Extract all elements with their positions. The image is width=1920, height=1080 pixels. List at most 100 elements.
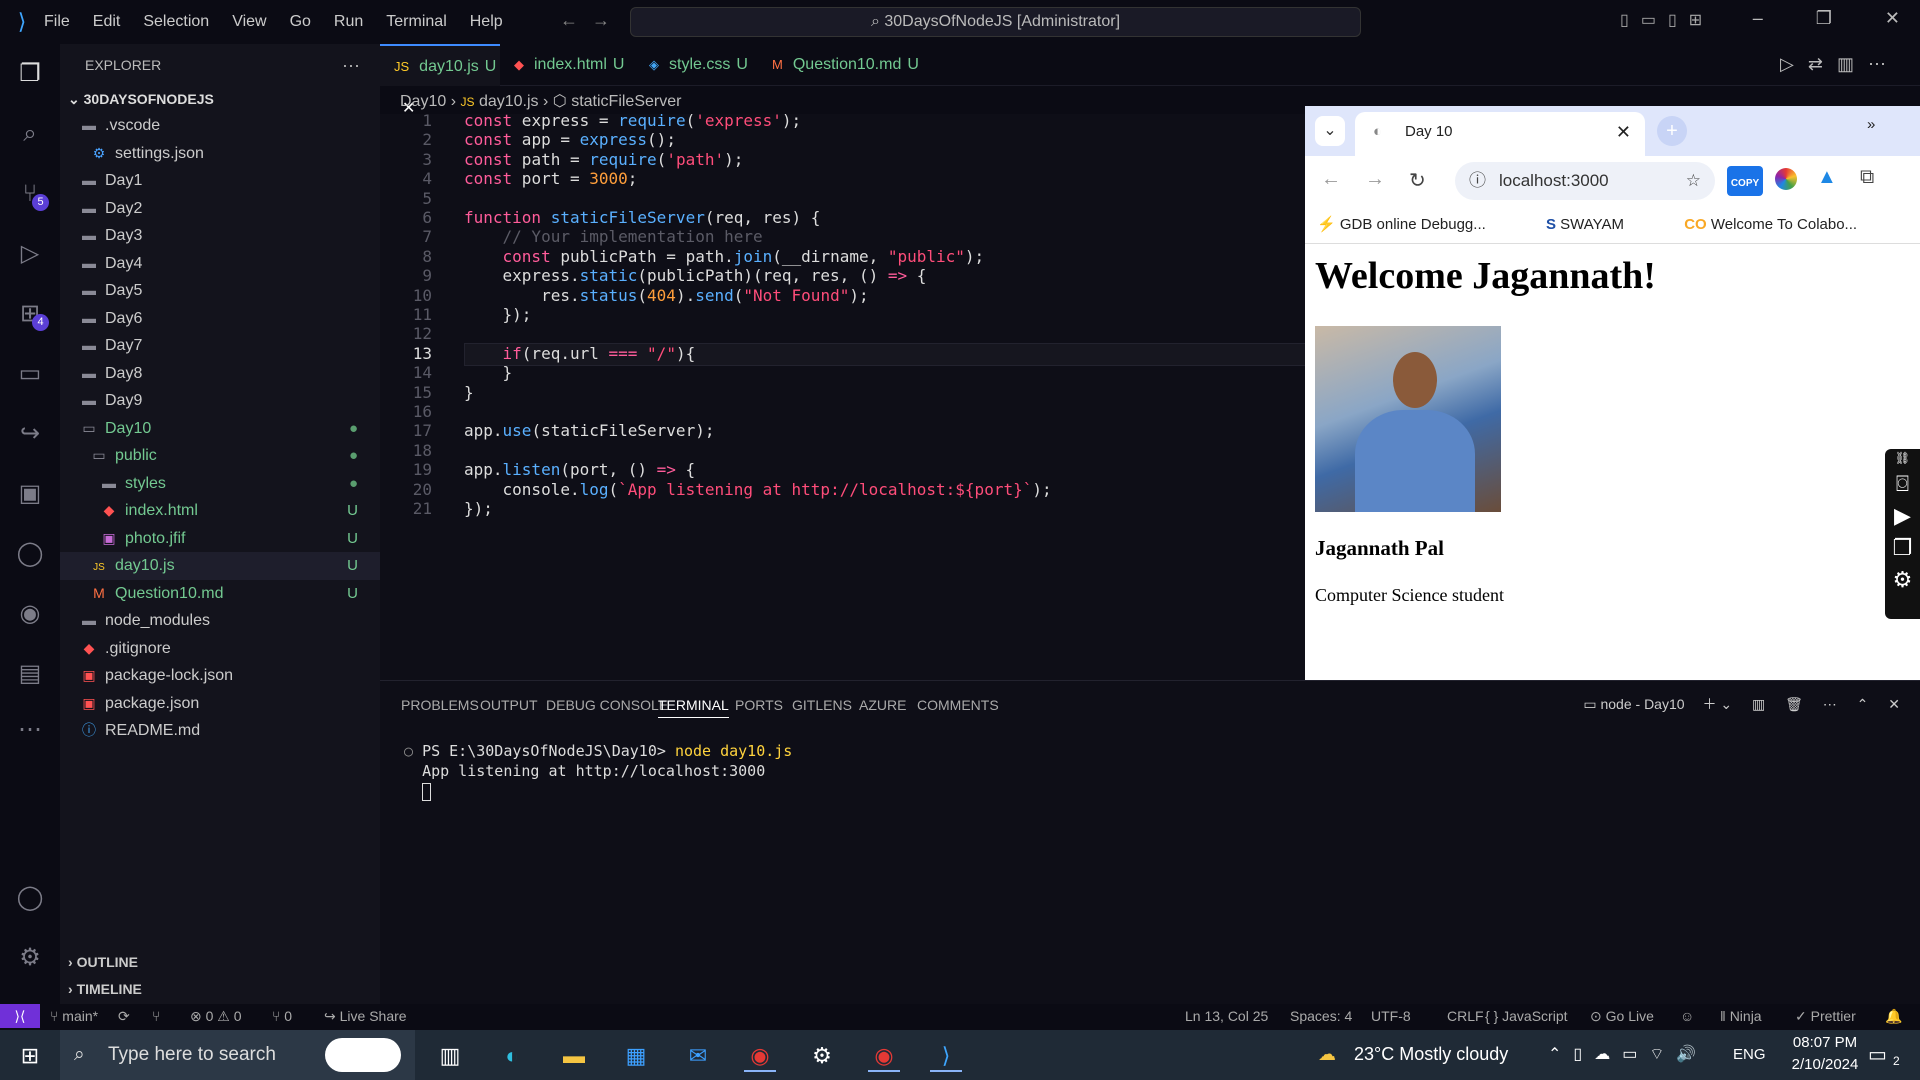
tree-item[interactable]: ▣ package.json [60, 690, 380, 718]
tree-item[interactable]: ▭ public ● [60, 442, 380, 470]
ports-indicator[interactable]: ⑂ 0 [272, 1004, 292, 1028]
panel-tab-terminal[interactable]: TERMINAL [658, 697, 729, 718]
code-line[interactable]: if(req.url === "/"){ [464, 344, 696, 363]
link-icon[interactable]: ⛓ [1885, 451, 1920, 465]
split-editor-icon[interactable]: ▥ [1837, 54, 1868, 74]
star-icon[interactable]: ☆ [1686, 162, 1701, 200]
tree-item[interactable]: ▬ Day7 [60, 332, 380, 360]
tree-item[interactable]: ▬ .vscode [60, 112, 380, 140]
search-icon[interactable]: ⌕ [14, 118, 46, 150]
maximize-panel-icon[interactable]: ⌃ [1857, 696, 1869, 712]
code-line[interactable]: }); [464, 305, 532, 324]
vscode-taskbar-icon[interactable]: ⟩ [930, 1040, 962, 1072]
sync-icon[interactable]: ⟳ [118, 1004, 130, 1028]
gitlens-icon[interactable]: ◉ [14, 598, 46, 630]
terminal[interactable]: ○ PS E:\30DaysOfNodeJS\Day10> node day10… [404, 741, 792, 801]
menu-item-edit[interactable]: Edit [93, 13, 121, 30]
panel-tab-comments[interactable]: COMMENTS [917, 697, 999, 713]
workspace-root[interactable]: ⌄ 30DAYSOFNODEJS [60, 86, 380, 112]
menu-item-help[interactable]: Help [470, 13, 503, 30]
code-line[interactable]: // Your implementation here [464, 227, 763, 246]
go-live-button[interactable]: ⊙ Go Live [1590, 1004, 1654, 1028]
code-line[interactable]: const port = 3000; [464, 169, 637, 188]
tree-item[interactable]: JS day10.js U [60, 552, 380, 580]
menu-item-go[interactable]: Go [290, 13, 311, 30]
more-icon[interactable]: ⋯ [1868, 54, 1900, 74]
tree-item[interactable]: ▬ Day8 [60, 360, 380, 388]
breadcrumb-folder[interactable]: Day10 [400, 93, 446, 110]
taskbar-search[interactable]: ⌕ Type here to search [60, 1030, 415, 1080]
tree-item[interactable]: ▬ Day6 [60, 305, 380, 333]
tree-item[interactable]: ▬ Day3 [60, 222, 380, 250]
prettier-indicator[interactable]: ✓ Prettier [1795, 1004, 1856, 1028]
tree-item[interactable]: ▬ Day4 [60, 250, 380, 278]
code-line[interactable]: }); [464, 499, 493, 518]
code-line[interactable]: app.use(staticFileServer); [464, 421, 714, 440]
problems-indicator[interactable]: ⊗ 0 ⚠ 0 [190, 1004, 242, 1028]
gear-icon[interactable]: ⚙ [1885, 567, 1920, 593]
mail-icon[interactable]: ✉ [682, 1040, 714, 1072]
terminal-name[interactable]: node - Day10 [1600, 696, 1684, 712]
colorpicker-extension-icon[interactable] [1775, 168, 1797, 190]
code-line[interactable]: const app = express(); [464, 130, 676, 149]
breadcrumb-file[interactable]: day10.js [479, 93, 539, 110]
edge-icon[interactable]: ◐ [496, 1040, 528, 1072]
tree-item[interactable]: M Question10.md U [60, 580, 380, 608]
toggle-secondary-sidebar-icon[interactable]: ▯ [1668, 12, 1689, 29]
toggle-panel-icon[interactable]: ▭ [1641, 12, 1668, 29]
tree-item[interactable]: ⚙ settings.json [60, 140, 380, 168]
copilot-icon[interactable]: ☺ [1680, 1004, 1694, 1028]
tree-item[interactable]: ▬ Day5 [60, 277, 380, 305]
address-bar[interactable]: ⓘ localhost:3000 ☆ [1455, 162, 1715, 200]
tab-style-css[interactable]: ◈ style.css U [635, 44, 758, 86]
more-bookmarks-icon[interactable]: » [1867, 106, 1875, 144]
account-icon[interactable]: ◯ [14, 882, 46, 914]
close-window-icon[interactable]: ✕ [1885, 8, 1900, 28]
live-share-button[interactable]: ↪ Live Share [324, 1004, 407, 1028]
panel-tab-problems[interactable]: PROBLEMS [401, 697, 479, 713]
tab-day10-js[interactable]: JS day10.js U ✕ [380, 44, 500, 117]
more-actions-icon[interactable]: ··· [342, 44, 360, 86]
file-explorer-icon[interactable]: ▬ [558, 1040, 590, 1072]
cursor-position[interactable]: Ln 13, Col 25 [1185, 1004, 1268, 1028]
tab-index-html[interactable]: ◆ index.html U [500, 44, 635, 86]
tree-item[interactable]: ⓘ README.md [60, 717, 380, 745]
git-graph-icon[interactable]: ⑂ [152, 1004, 160, 1028]
tree-item[interactable]: ▬ node_modules [60, 607, 380, 635]
code-line[interactable]: app.listen(port, () => { [464, 460, 695, 479]
chrome-profile-icon[interactable]: ◉ [868, 1040, 900, 1072]
close-panel-icon[interactable]: ✕ [1888, 696, 1900, 712]
notification-bell-icon[interactable]: 🔔 [1885, 1004, 1902, 1028]
tab-search-icon[interactable]: ⌄ [1315, 116, 1345, 146]
split-terminal-icon[interactable]: ▥ [1752, 696, 1765, 712]
close-tab-icon[interactable]: ✕ [1616, 112, 1631, 152]
forward-arrow-icon[interactable]: → [1365, 168, 1385, 191]
video-icon[interactable]: ▶ [1885, 503, 1920, 529]
tree-item[interactable]: ▣ package-lock.json [60, 662, 380, 690]
breadcrumb-symbol[interactable]: staticFileServer [571, 93, 681, 110]
tree-item[interactable]: ▬ Day9 [60, 387, 380, 415]
trash-icon[interactable]: 🗑 [1785, 696, 1803, 712]
weather-text[interactable]: 23°C Mostly cloudy [1354, 1044, 1508, 1065]
encoding[interactable]: UTF-8 [1371, 1004, 1411, 1028]
copy-extension-icon[interactable]: COPY [1727, 166, 1763, 196]
code-line[interactable]: express.static(publicPath)(req, res, () … [464, 266, 927, 285]
theme-indicator[interactable]: ‖ Ninja [1720, 1004, 1762, 1028]
tree-item[interactable]: ▬ Day2 [60, 195, 380, 223]
system-tray-icons[interactable]: ⌃▯☁▭⌔🔊 [1548, 1044, 1708, 1064]
copilot-search-icon[interactable] [325, 1038, 401, 1072]
store-icon[interactable]: ▦ [620, 1040, 652, 1072]
run-icon[interactable]: ▷ [1780, 54, 1808, 74]
clock-time[interactable]: 08:07 PM [1780, 1034, 1870, 1051]
tab-question10-md[interactable]: M Question10.md U [758, 44, 923, 86]
browser-tab[interactable]: ◐ Day 10 ✕ [1355, 112, 1645, 156]
tree-item[interactable]: ▣ photo.jfif U [60, 525, 380, 553]
new-terminal-icon[interactable]: ＋ [1702, 696, 1716, 712]
tree-item[interactable]: ◆ index.html U [60, 497, 380, 525]
language-indicator[interactable]: ENG [1733, 1046, 1766, 1063]
forward-arrow-icon[interactable]: → [592, 10, 624, 30]
back-arrow-icon[interactable]: ← [1321, 168, 1341, 191]
code-line[interactable]: const express = require('express'); [464, 111, 801, 130]
explorer-icon[interactable]: ❐ [14, 58, 46, 90]
bookmark-gdb[interactable]: ⚡ GDB online Debugg... [1317, 216, 1514, 233]
